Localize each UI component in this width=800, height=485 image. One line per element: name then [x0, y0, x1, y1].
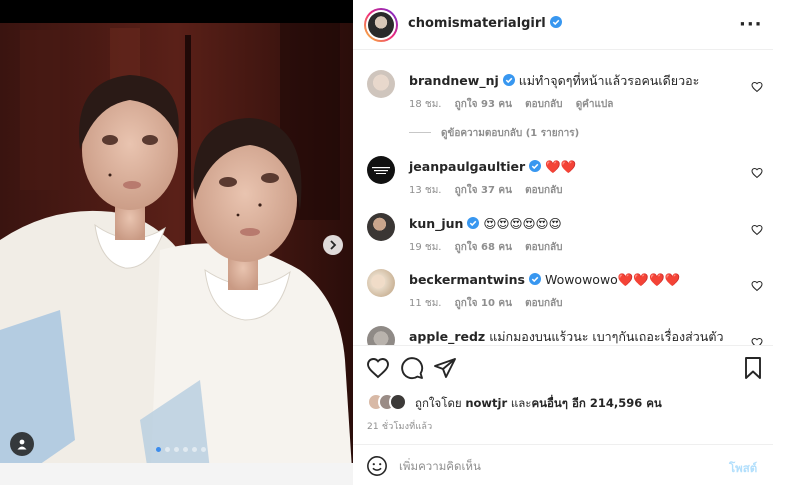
comment-text: 😍😍😍😍😍😍: [483, 216, 562, 231]
comment-time[interactable]: 11 ชม.: [409, 298, 441, 309]
like-comment-heart-icon[interactable]: [751, 280, 763, 292]
view-replies-button[interactable]: ดูข้อความตอบกลับ (1 รายการ): [409, 126, 579, 141]
likes-prefix: ถูกใจโดย: [415, 396, 462, 410]
more-horizontal-icon: ···: [739, 14, 763, 35]
liker-username[interactable]: nowtjr: [465, 396, 507, 410]
verified-badge-icon: [550, 16, 563, 28]
comment-likes[interactable]: ถูกใจ 68 คน: [455, 242, 512, 253]
likes-connector: และ: [510, 396, 532, 410]
like-heart-icon[interactable]: [366, 356, 390, 380]
comment-bubble-icon[interactable]: [400, 356, 424, 380]
verified-badge-icon: [502, 74, 515, 86]
comment-text: แม่กมองบนแร้วนะ เบาๆกันเถอะเรื่องส่วนตัว: [489, 329, 724, 344]
more-options-button[interactable]: ···: [739, 14, 763, 35]
commenter-avatar[interactable]: [367, 213, 395, 241]
likes-others-count[interactable]: คนอื่นๆ อีก 214,596 คน: [531, 396, 661, 410]
comment-time[interactable]: 13 ชม.: [409, 185, 441, 196]
carousel-dot: [165, 447, 170, 452]
comment-item: beckermantwins Wowowowo❤️❤️❤️❤️ 11 ชม. ถ…: [353, 269, 773, 319]
like-comment-heart-icon[interactable]: [751, 337, 763, 345]
share-send-icon[interactable]: [433, 356, 457, 380]
replies-divider: [409, 132, 431, 133]
verified-badge-icon: [467, 217, 480, 229]
add-comment-bar: โพสต์: [353, 444, 773, 485]
commenter-avatar[interactable]: [367, 326, 395, 345]
comment-username[interactable]: kun_jun: [409, 216, 463, 231]
reply-button[interactable]: ตอบกลับ: [525, 298, 562, 309]
post-header: chomismaterialgirl ···: [353, 0, 773, 50]
comment-item: kun_jun 😍😍😍😍😍😍 19 ชม. ถูกใจ 68 คน ตอบกลั…: [353, 213, 773, 263]
commenter-avatar[interactable]: [367, 70, 395, 98]
comment-likes[interactable]: ถูกใจ 93 คน: [455, 99, 512, 110]
brand-logo-icon: [372, 167, 390, 174]
chevron-right-icon: [330, 240, 337, 250]
reply-button[interactable]: ตอบกลับ: [525, 242, 562, 253]
post-timestamp[interactable]: 21 ชั่วโมงที่แล้ว: [367, 419, 432, 433]
comment-likes[interactable]: ถูกใจ 10 คน: [455, 298, 512, 309]
comment-item: apple_redz แม่กมองบนแร้วนะ เบาๆกันเถอะเร…: [353, 326, 773, 345]
comment-text: Wowowowo❤️❤️❤️❤️: [544, 272, 681, 287]
comments-list: brandnew_nj แม่ทำจุดๆที่หน้าแล้วรอคนเดีย…: [353, 50, 773, 345]
like-comment-heart-icon[interactable]: [751, 81, 763, 93]
view-replies-label: ดูข้อความตอบกลับ (1 รายการ): [441, 128, 580, 139]
comment-item: jeanpaulgaultier ❤️❤️ 13 ชม. ถูกใจ 37 คน…: [353, 156, 773, 206]
user-icon: [17, 439, 27, 450]
carousel-dot: [156, 447, 161, 452]
author-username[interactable]: chomismaterialgirl: [408, 16, 546, 31]
post-photo: [0, 0, 353, 485]
post-media: [0, 0, 353, 485]
post-side-panel: chomismaterialgirl ··· brandnew_nj แม่ทำ…: [353, 0, 800, 485]
next-slide-button[interactable]: [323, 235, 343, 255]
comment-time[interactable]: 18 ชม.: [409, 99, 441, 110]
comment-text: ❤️❤️: [545, 159, 577, 174]
carousel-dot: [192, 447, 197, 452]
comment-item: brandnew_nj แม่ทำจุดๆที่หน้าแล้วรอคนเดีย…: [353, 70, 773, 170]
post-comment-button[interactable]: โพสต์: [729, 460, 757, 478]
likes-summary: ถูกใจโดย nowtjr และคนอื่นๆ อีก 214,596 ค…: [367, 393, 767, 411]
reply-button[interactable]: ตอบกลับ: [525, 185, 562, 196]
comment-text: แม่ทำจุดๆที่หน้าแล้วรอคนเดียวอะ: [518, 73, 700, 88]
carousel-dot: [174, 447, 179, 452]
reply-button[interactable]: ตอบกลับ: [525, 99, 562, 110]
comment-username[interactable]: apple_redz: [409, 329, 485, 344]
like-comment-heart-icon[interactable]: [751, 167, 763, 179]
post-actions-bar: [353, 345, 773, 389]
commenter-avatar[interactable]: [367, 269, 395, 297]
commenter-avatar[interactable]: [367, 156, 395, 184]
comment-username[interactable]: jeanpaulgaultier: [409, 159, 525, 174]
verified-badge-icon: [529, 160, 542, 172]
bookmark-icon[interactable]: [741, 356, 765, 380]
like-comment-heart-icon[interactable]: [751, 224, 763, 236]
comment-time[interactable]: 19 ชม.: [409, 242, 441, 253]
carousel-dot: [183, 447, 188, 452]
tagged-users-button[interactable]: [10, 432, 34, 456]
comment-likes[interactable]: ถูกใจ 37 คน: [455, 185, 512, 196]
author-avatar[interactable]: [364, 8, 398, 42]
verified-badge-icon: [528, 273, 541, 285]
comment-username[interactable]: brandnew_nj: [409, 73, 499, 88]
emoji-smiley-icon[interactable]: [366, 455, 388, 477]
carousel-indicator: [156, 447, 206, 452]
comment-username[interactable]: beckermantwins: [409, 272, 525, 287]
carousel-dot: [201, 447, 206, 452]
liker-avatar: [389, 393, 407, 411]
translate-button[interactable]: ดูคำแปล: [576, 99, 614, 110]
comment-input[interactable]: [399, 454, 719, 478]
